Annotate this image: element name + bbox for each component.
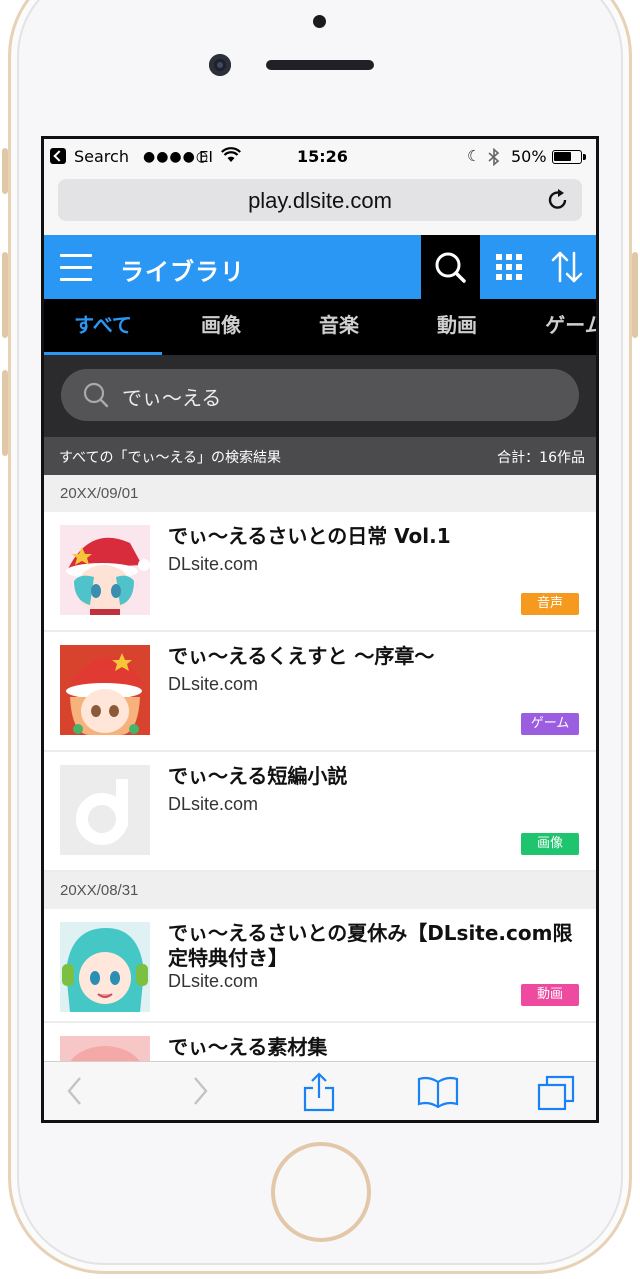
thumbnail-pink-hair-girl [60, 1036, 150, 1061]
results-summary-bar: すべての「でぃ〜える」の検索結果 合計：16作品 [44, 437, 596, 475]
date-header: 20XX/09/01 [44, 475, 596, 512]
sort-button[interactable] [538, 235, 596, 299]
volume-up-button [2, 252, 8, 338]
share-icon[interactable] [302, 1072, 336, 1112]
results-summary: すべての「でぃ〜える」の検索結果 [59, 450, 282, 466]
tab-music[interactable]: 音楽 [280, 299, 398, 355]
date-header: 20XX/08/31 [44, 872, 596, 909]
tab-all[interactable]: すべて [44, 299, 162, 355]
results-total: 合計：16作品 [497, 450, 585, 466]
hamburger-menu-icon[interactable] [60, 254, 92, 281]
bluetooth-icon [488, 148, 500, 166]
tabs-icon[interactable] [536, 1075, 576, 1111]
tab-video[interactable]: 動画 [398, 299, 516, 355]
phone-screen: Search ●●●●○ EI 15:26 ☾ 50% play.dlsite.… [41, 136, 599, 1123]
battery-percentage: 50% [511, 147, 547, 166]
back-to-app-icon[interactable] [50, 148, 66, 164]
url-field[interactable]: play.dlsite.com [58, 179, 582, 221]
bookmarks-icon[interactable] [417, 1076, 459, 1108]
reload-icon[interactable] [546, 188, 570, 212]
list-item[interactable]: でぃ〜えるさいとの日常 Vol.1 DLsite.com 音声 [44, 512, 596, 632]
power-button [632, 252, 638, 338]
list-item[interactable]: でぃ〜える短編小説 DLsite.com 画像 [44, 752, 596, 872]
volume-down-button [2, 370, 8, 456]
results-list: 20XX/09/01 でぃ〜えるさいとの日常 Vol.1 DLsite.com … [44, 475, 596, 1061]
page-title: ライブラリ [120, 258, 245, 286]
tab-games[interactable]: ゲーム [516, 299, 596, 355]
back-arrow-icon[interactable] [64, 1074, 88, 1108]
forward-arrow-icon[interactable] [187, 1074, 211, 1108]
search-input[interactable]: でぃ〜える [61, 369, 579, 421]
app-header: ライブラリ [44, 235, 596, 299]
url-text[interactable]: play.dlsite.com [58, 188, 582, 214]
status-bar: Search ●●●●○ EI 15:26 ☾ 50% [44, 139, 596, 175]
do-not-disturb-icon: ☾ [467, 147, 481, 165]
mute-switch [2, 148, 8, 194]
tab-images[interactable]: 画像 [162, 299, 280, 355]
sort-arrows-icon [551, 251, 583, 283]
item-title[interactable]: でぃ〜えるくえすと 〜序章〜 [168, 644, 578, 669]
item-title[interactable]: でぃ〜えるさいとの夏休み【DLsite.com限定特典付き】 [168, 921, 578, 971]
list-item[interactable]: でぃ〜える素材集 [44, 1023, 596, 1061]
category-badge-video: 動画 [521, 984, 579, 1006]
thumbnail-santa-girl [60, 525, 150, 615]
proximity-sensor [313, 15, 326, 28]
carrier-name: EI [199, 148, 213, 166]
search-button[interactable] [421, 235, 480, 299]
item-title[interactable]: でぃ〜える素材集 [168, 1035, 578, 1060]
category-badge-audio: 音声 [521, 593, 579, 615]
category-badge-game: ゲーム [521, 713, 579, 735]
item-title[interactable]: でぃ〜えるさいとの日常 Vol.1 [168, 524, 578, 549]
category-tabs: すべて 画像 音楽 動画 ゲーム [44, 299, 596, 355]
list-item[interactable]: でぃ〜えるさいとの夏休み【DLsite.com限定特典付き】 DLsite.co… [44, 909, 596, 1023]
category-badge-image: 画像 [521, 833, 579, 855]
search-query[interactable]: でぃ〜える [122, 382, 221, 411]
item-site: DLsite.com [168, 794, 259, 814]
item-title[interactable]: でぃ〜える短編小説 [168, 764, 578, 789]
browser-address-bar: play.dlsite.com [44, 175, 596, 239]
thumbnail-dlsite-placeholder [60, 765, 150, 855]
item-site: DLsite.com [168, 674, 259, 694]
search-area: でぃ〜える [44, 355, 596, 437]
list-item[interactable]: でぃ〜えるくえすと 〜序章〜 DLsite.com ゲーム [44, 632, 596, 752]
front-camera [209, 54, 231, 76]
clock: 15:26 [297, 147, 348, 166]
grid-icon [496, 254, 522, 280]
wifi-icon [221, 147, 241, 162]
search-icon [83, 382, 109, 408]
thumbnail-santa-girl-orange [60, 645, 150, 735]
item-site: DLsite.com [168, 554, 259, 574]
battery-icon [552, 150, 586, 164]
browser-toolbar [44, 1061, 596, 1120]
grid-view-button[interactable] [480, 235, 538, 299]
earpiece-speaker [266, 60, 374, 70]
item-site: DLsite.com [168, 971, 259, 991]
home-button[interactable] [271, 1142, 371, 1242]
thumbnail-headphone-girl [60, 922, 150, 1012]
back-app-label[interactable]: Search [74, 147, 129, 166]
search-icon [435, 252, 466, 283]
